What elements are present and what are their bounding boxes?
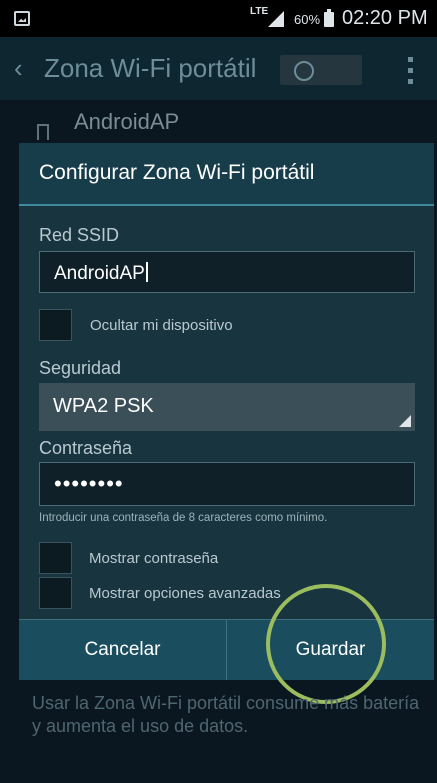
dialog-header: Configurar Zona Wi-Fi portátil (19, 143, 434, 204)
overflow-menu-icon[interactable] (408, 57, 414, 87)
signal-icon (268, 11, 284, 27)
toggle-knob (294, 61, 314, 81)
battery-icon (324, 9, 334, 27)
dropdown-arrow-icon (399, 415, 411, 427)
back-icon[interactable]: ‹ (14, 55, 23, 81)
gallery-icon (14, 11, 30, 26)
advanced-options-label: Mostrar opciones avanzadas (89, 585, 281, 602)
password-input[interactable]: •••••••• (39, 462, 415, 506)
page-title: Zona Wi-Fi portátil (44, 53, 257, 83)
password-hint: Introducir una contraseña de 8 caractere… (39, 512, 328, 524)
show-password-checkbox[interactable] (39, 542, 72, 574)
wifi-hotspot-icon (37, 124, 49, 140)
hotspot-toggle[interactable] (280, 55, 362, 85)
text-cursor (145, 262, 148, 282)
security-value: WPA2 PSK (53, 395, 154, 417)
header-divider (19, 204, 434, 206)
background-network-name: AndroidAP (74, 109, 180, 134)
network-type: LTE (250, 6, 269, 17)
battery-usage-note: Usar la Zona Wi-Fi portátil consume más … (32, 693, 420, 736)
show-password-label: Mostrar contraseña (89, 550, 219, 567)
status-bar: LTE 60% 02:20 PM (0, 0, 437, 37)
password-value: •••••••• (54, 471, 124, 496)
hide-device-label: Ocultar mi dispositivo (90, 317, 233, 334)
password-label: Contraseña (39, 438, 133, 458)
ssid-value: AndroidAP (54, 263, 145, 284)
highlight-circle (266, 584, 386, 704)
battery-percent: 60% (294, 12, 321, 27)
action-bar: ‹ Zona Wi-Fi portátil (0, 37, 437, 100)
security-label: Seguridad (39, 358, 122, 378)
ssid-label: Red SSID (39, 225, 120, 245)
configure-hotspot-dialog: Configurar Zona Wi-Fi portátil Red SSID … (19, 143, 434, 704)
ssid-input[interactable]: AndroidAP (39, 251, 415, 293)
cancel-button[interactable]: Cancelar (19, 620, 226, 680)
security-select[interactable]: WPA2 PSK (39, 383, 415, 431)
clock: 02:20 PM (342, 7, 428, 29)
hide-device-checkbox[interactable] (39, 309, 72, 341)
advanced-options-checkbox[interactable] (39, 577, 72, 609)
dialog-title: Configurar Zona Wi-Fi portátil (39, 161, 315, 184)
